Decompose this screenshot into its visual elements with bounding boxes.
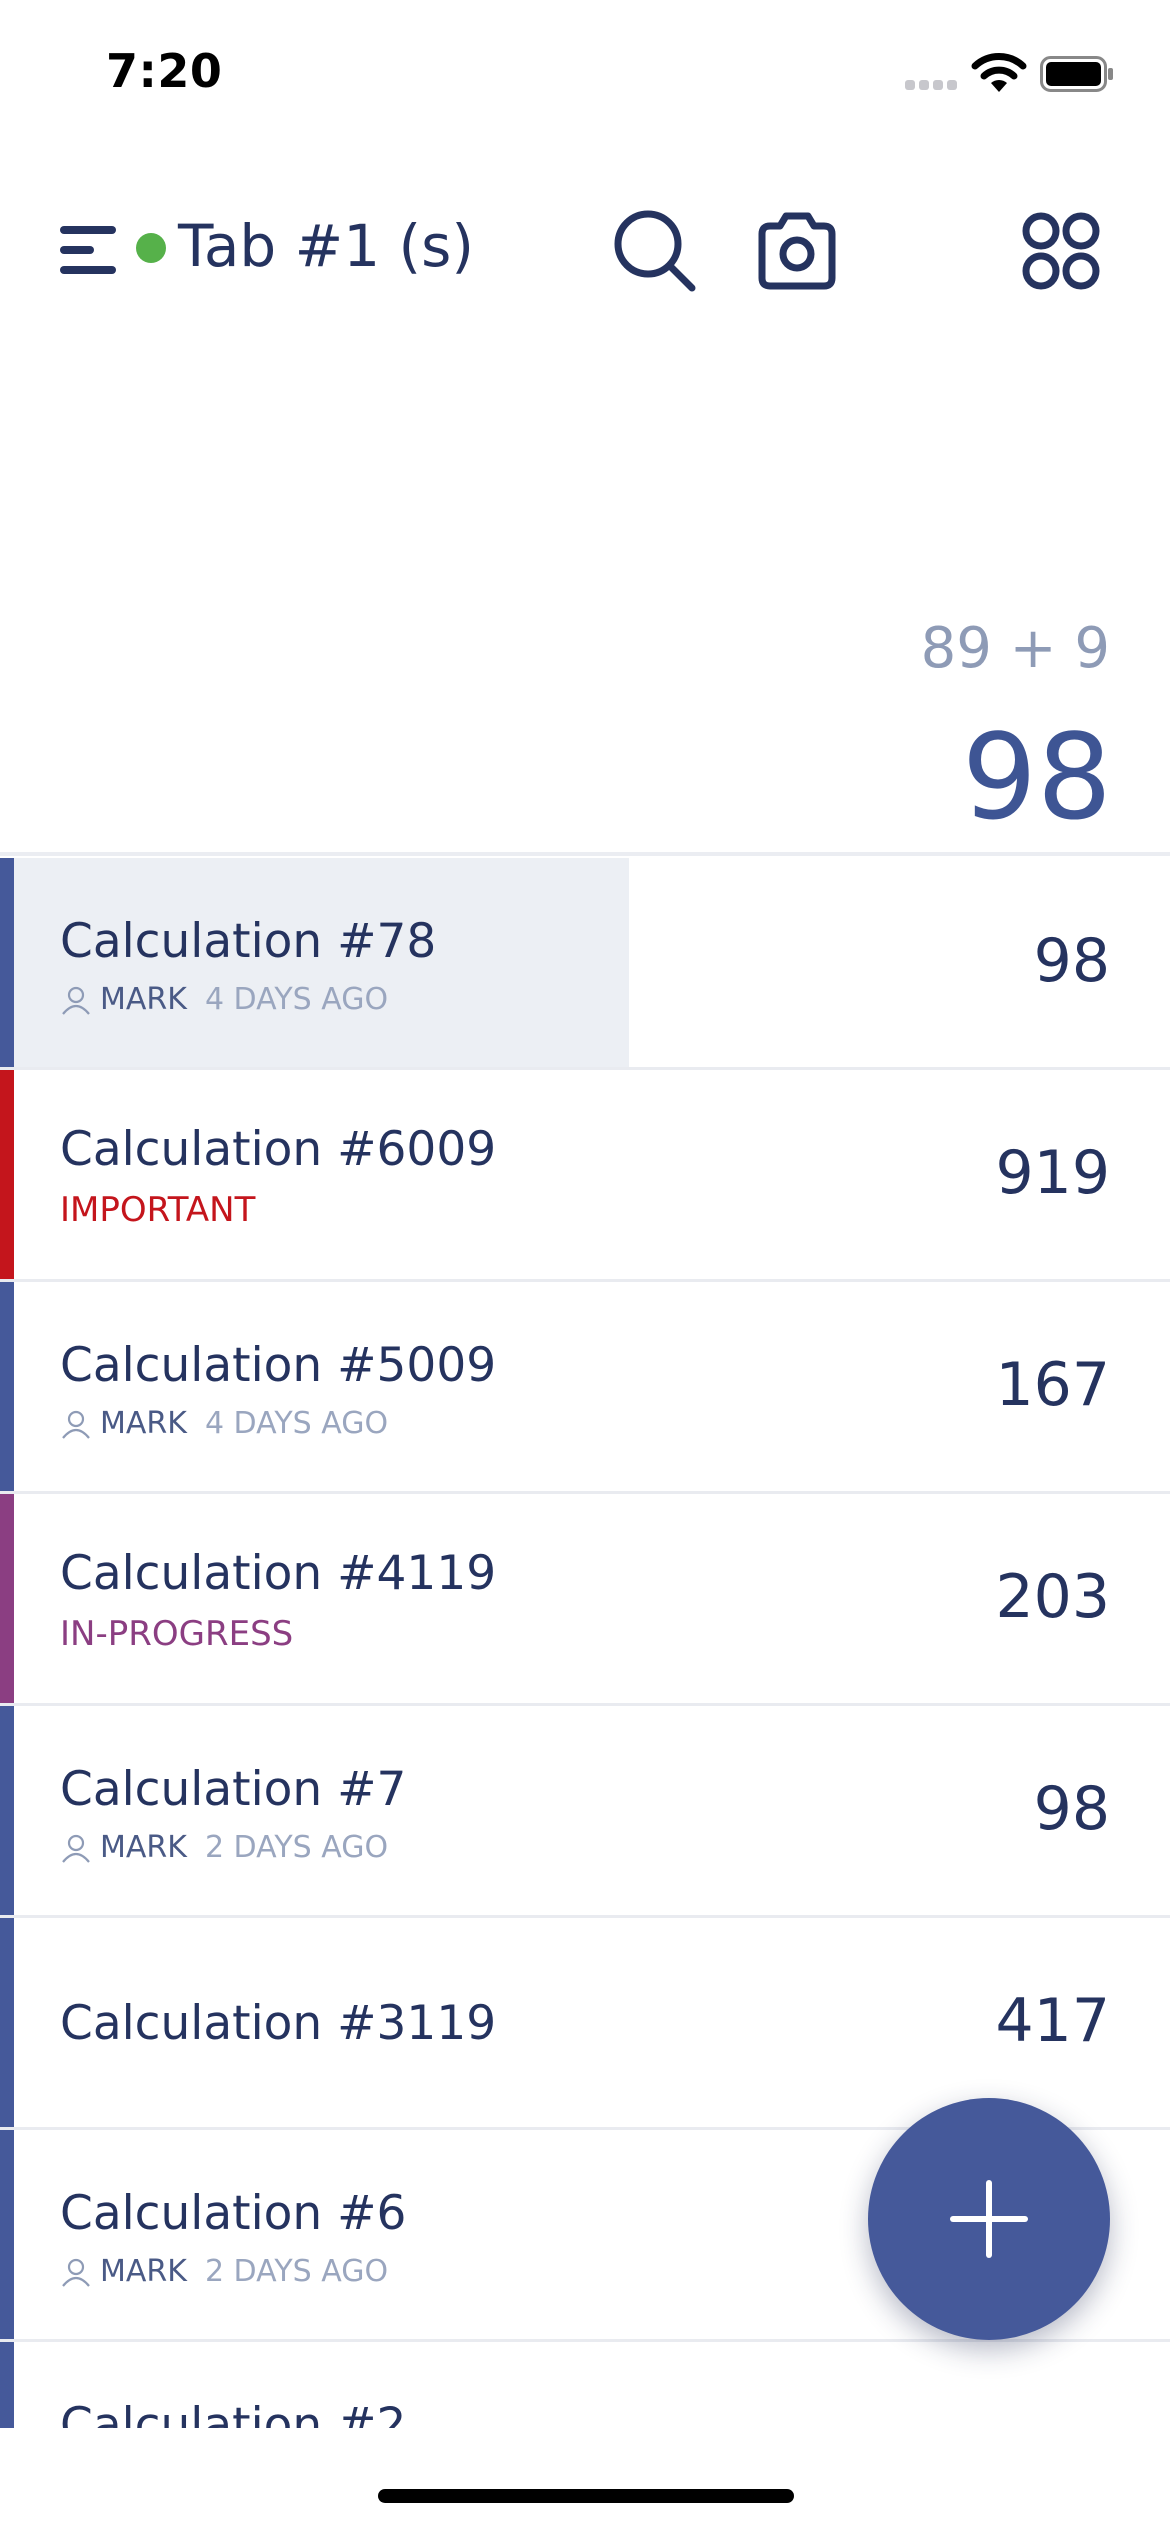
result-text: 98 xyxy=(961,708,1112,846)
battery-icon xyxy=(1040,56,1113,92)
row-color-bar xyxy=(0,858,14,1067)
calculator-screen: 7:20 Tab #1 (s) 89 + 9 98 Calculation #7… xyxy=(0,0,1170,2532)
top-toolbar: Tab #1 (s) xyxy=(0,190,1170,310)
search-icon[interactable] xyxy=(610,206,700,296)
calculation-user: MARK xyxy=(100,982,187,1017)
calculation-meta: MARK 4 DAYS AGO xyxy=(60,982,388,1017)
home-indicator[interactable] xyxy=(378,2489,794,2503)
expression-text: 89 + 9 xyxy=(920,616,1110,681)
calculation-user: MARK xyxy=(100,1406,187,1441)
calculation-row[interactable]: Calculation #6009 IMPORTANT 919 xyxy=(0,1070,1170,1282)
user-icon xyxy=(62,1834,90,1863)
calculation-title: Calculation #7 xyxy=(60,1762,407,1817)
grid-icon[interactable] xyxy=(1016,206,1106,296)
calculation-value: 203 xyxy=(995,1562,1110,1632)
calculation-row[interactable]: Calculation #78 MARK 4 DAYS AGO 98 xyxy=(0,858,1170,1070)
calculation-time: 4 DAYS AGO xyxy=(204,982,389,1017)
home-area xyxy=(0,2428,1170,2532)
row-color-bar xyxy=(0,2342,14,2428)
calculation-user: MARK xyxy=(100,2254,187,2289)
add-calculation-button[interactable] xyxy=(868,2098,1110,2340)
row-color-bar xyxy=(0,1070,14,1279)
calculation-row[interactable]: Calculation #2 xyxy=(0,2342,1170,2428)
calculation-title: Calculation #78 xyxy=(60,914,437,969)
calculation-title: Calculation #4119 xyxy=(60,1546,497,1601)
wifi-icon xyxy=(971,53,1027,92)
calculation-time: 2 DAYS AGO xyxy=(204,1830,389,1865)
calculation-user: MARK xyxy=(100,1830,187,1865)
calculation-meta: MARK 4 DAYS AGO xyxy=(60,1406,388,1441)
status-time: 7:20 xyxy=(106,44,223,98)
calculation-value: 98 xyxy=(1033,1774,1110,1844)
calculation-tag: IN-PROGRESS xyxy=(60,1614,294,1654)
calculation-meta: MARK 2 DAYS AGO xyxy=(60,2254,388,2289)
calculation-time: 2 DAYS AGO xyxy=(204,2254,389,2289)
user-icon xyxy=(62,2258,90,2287)
connection-status-dot xyxy=(136,233,166,263)
menu-icon[interactable] xyxy=(60,224,116,276)
calculation-value: 919 xyxy=(995,1138,1110,1208)
plus-icon xyxy=(950,2180,1028,2258)
user-icon xyxy=(62,1410,90,1439)
calculation-row[interactable]: Calculation #5009 MARK 4 DAYS AGO 167 xyxy=(0,1282,1170,1494)
calculation-title: Calculation #6009 xyxy=(60,1122,497,1177)
calculation-title: Calculation #3119 xyxy=(60,1996,497,2051)
camera-icon[interactable] xyxy=(752,206,842,296)
calculation-tag: IMPORTANT xyxy=(60,1190,256,1230)
user-icon xyxy=(62,986,90,1015)
calculation-time: 4 DAYS AGO xyxy=(204,1406,389,1441)
calculation-row[interactable]: Calculation #4119 IN-PROGRESS 203 xyxy=(0,1494,1170,1706)
row-color-bar xyxy=(0,1494,14,1703)
calculator-display: 89 + 9 98 xyxy=(0,600,1170,850)
row-color-bar xyxy=(0,1706,14,1915)
cellular-signal-icon xyxy=(905,80,957,92)
calculation-value: 167 xyxy=(995,1350,1110,1420)
calculation-title: Calculation #5009 xyxy=(60,1338,497,1393)
calculation-value: 417 xyxy=(995,1986,1110,2056)
tab-title[interactable]: Tab #1 (s) xyxy=(178,212,474,280)
row-color-bar xyxy=(0,1282,14,1491)
status-bar: 7:20 xyxy=(0,0,1170,150)
row-color-bar xyxy=(0,2130,14,2339)
calculation-title: Calculation #6 xyxy=(60,2186,407,2241)
calculation-value: 98 xyxy=(1033,926,1110,996)
row-color-bar xyxy=(0,1918,14,2127)
calculation-meta: MARK 2 DAYS AGO xyxy=(60,1830,388,1865)
calculation-row[interactable]: Calculation #7 MARK 2 DAYS AGO 98 xyxy=(0,1706,1170,1918)
display-divider xyxy=(0,852,1170,856)
calculation-title: Calculation #2 xyxy=(60,2398,407,2428)
